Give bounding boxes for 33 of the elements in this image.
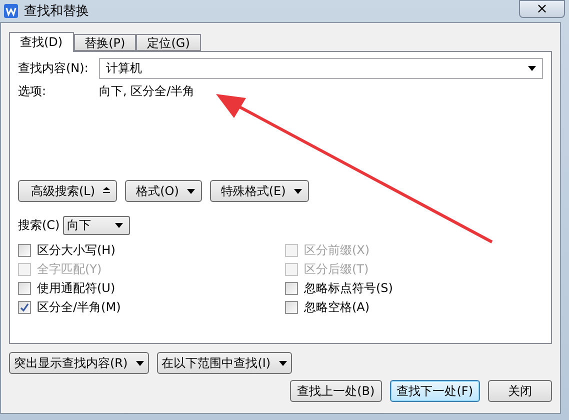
window-title: 查找和替换 <box>24 3 89 20</box>
caret-icon <box>136 360 144 366</box>
checkbox[interactable]: 忽略空格(A) <box>285 299 543 315</box>
find-input-field[interactable]: 计算机 <box>99 58 543 79</box>
search-label: 搜索(C) <box>18 217 60 234</box>
field-label: 查找内容(N): <box>18 60 90 77</box>
checkmark-icon <box>20 302 29 312</box>
caret-icon <box>528 66 536 71</box>
options-summary: 向下, 区分全/半角 <box>99 83 195 100</box>
collapse-icon <box>103 187 110 195</box>
action-button[interactable]: 查找上一处(B) <box>290 380 382 402</box>
caret-icon <box>186 188 195 194</box>
tab[interactable]: 替换(P) <box>74 34 136 51</box>
close-button[interactable]: × <box>519 0 565 18</box>
checkbox[interactable]: 区分全/半角(M) <box>18 299 285 315</box>
tab[interactable]: 定位(G) <box>136 34 201 51</box>
checkbox[interactable]: 忽略标点符号(S) <box>285 280 543 296</box>
caret-icon <box>294 188 302 194</box>
advanced-search-button[interactable]: 高级搜索(L) <box>18 180 118 202</box>
action-button[interactable]: 关闭 <box>488 380 552 402</box>
menu-button[interactable]: 格式(O) <box>125 180 202 202</box>
caret-icon <box>114 223 123 228</box>
action-button[interactable]: 查找下一处(F) <box>390 380 480 402</box>
menu-button[interactable]: 突出显示查找内容(R) <box>9 352 149 374</box>
checkbox[interactable]: 使用通配符(U) <box>18 280 285 296</box>
app-logo-icon <box>4 4 18 18</box>
options-label: 选项: <box>18 83 48 100</box>
checkbox[interactable]: 区分大小写(H) <box>18 242 285 258</box>
direction-dropdown[interactable]: 向下 <box>62 216 130 235</box>
menu-button[interactable]: 在以下范围中查找(I) <box>156 352 292 374</box>
tab[interactable]: 查找(D) <box>9 32 74 52</box>
caret-icon <box>278 360 287 366</box>
menu-button[interactable]: 特殊格式(E) <box>210 180 309 202</box>
